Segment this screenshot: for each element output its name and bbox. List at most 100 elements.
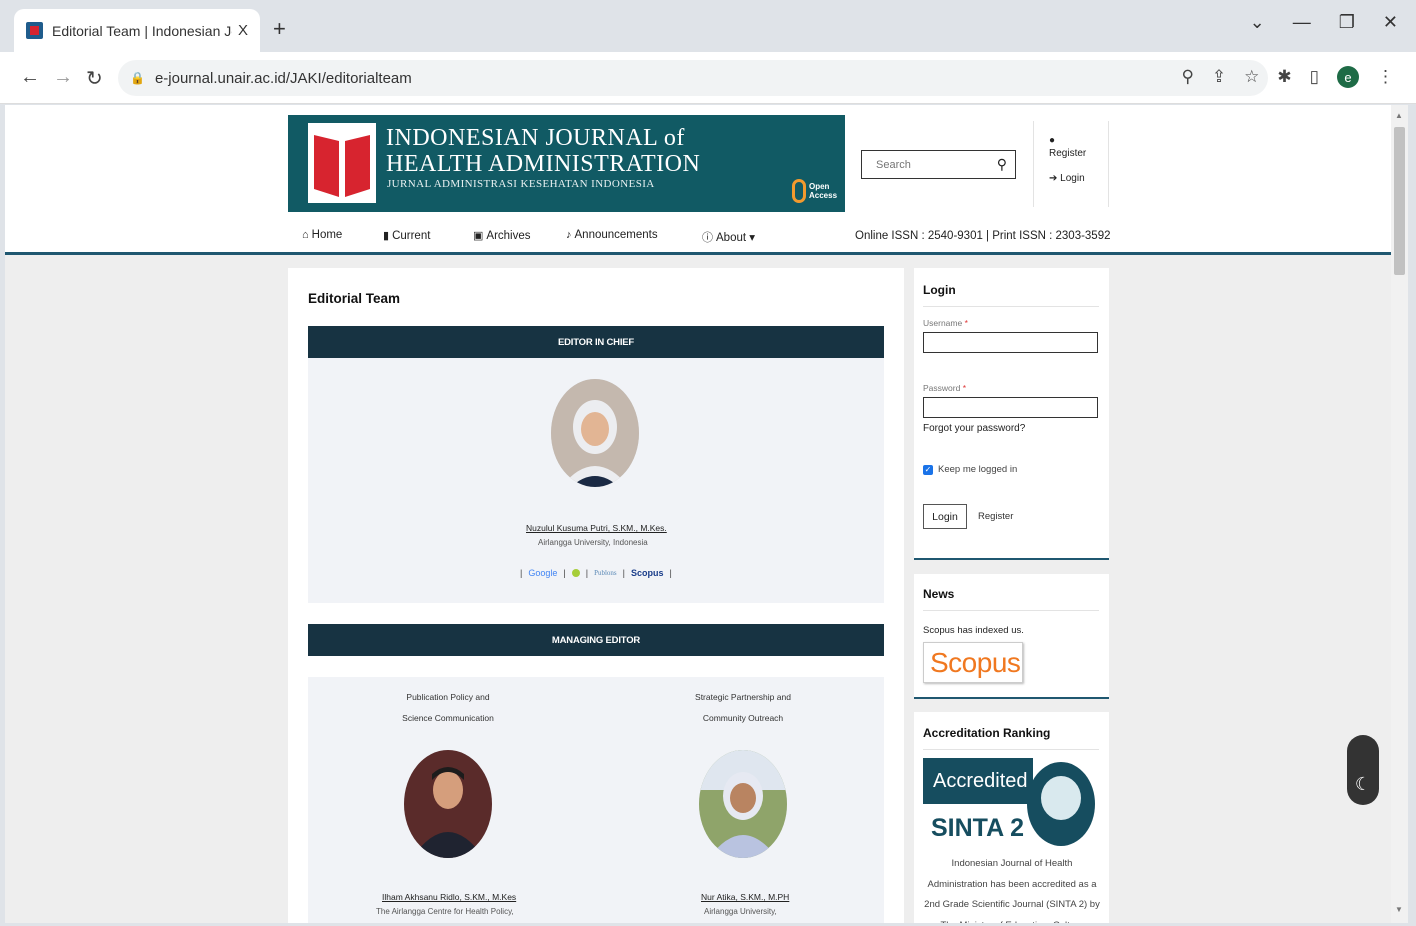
sinta-badge[interactable]: Accredited SINTA 2: [923, 758, 1095, 850]
moon-icon: ☾: [1354, 774, 1372, 794]
page-scrollbar[interactable]: ▲ ▼: [1391, 105, 1408, 923]
restore-icon[interactable]: ❐: [1339, 12, 1355, 33]
sidebar-register-link[interactable]: Register: [978, 511, 1013, 522]
user-icon: ●: [1049, 135, 1056, 146]
password-label-text: Password: [923, 383, 961, 393]
lock-icon[interactable]: 🔒: [130, 71, 145, 85]
back-icon[interactable]: ←: [20, 66, 40, 89]
extensions-icon[interactable]: ✱: [1277, 67, 1291, 87]
site-header: INDONESIAN JOURNAL of HEALTH ADMINISTRAT…: [5, 105, 1391, 255]
accreditation-text: Indonesian Journal of Health Administrat…: [924, 858, 1100, 923]
main-nav: ⌂ Home ▮ Current ▣ Archives ♪ Announcements …: [288, 224, 1111, 252]
news-block: News Scopus has indexed us. Scopus: [914, 574, 1109, 699]
nav-archives[interactable]: ▣ Archives: [473, 229, 531, 242]
share-icon[interactable]: ⇪: [1212, 67, 1226, 87]
keep-logged-in-checkbox[interactable]: ✓: [923, 464, 933, 475]
scopus-logo[interactable]: Scopus: [923, 642, 1023, 683]
google-scholar-link[interactable]: Google: [528, 568, 557, 578]
browser-tab[interactable]: Editorial Team | Indonesian Journ X: [14, 9, 260, 52]
page-title: Editorial Team: [308, 291, 401, 306]
page-viewport: INDONESIAN JOURNAL of HEALTH ADMINISTRAT…: [5, 105, 1391, 923]
managing-editor-2-affiliation: Airlangga University,: [704, 907, 777, 916]
address-bar[interactable]: 🔒 e-journal.unair.ac.id/JAKI/editorialte…: [118, 60, 1268, 96]
section-heading-editor-in-chief: EDITOR IN CHIEF: [308, 326, 884, 358]
managing-editor-1-name[interactable]: Ilham Akhsanu Ridlo, S.KM., M.Kes: [382, 892, 516, 902]
forgot-password-link[interactable]: Forgot your password?: [923, 423, 1025, 434]
side-panel-icon[interactable]: ▯: [1310, 67, 1319, 87]
search-box: ⚲: [861, 150, 1016, 179]
window-controls: ⌄ — ❐ ✕: [1250, 12, 1398, 33]
publons-link[interactable]: Publons: [594, 569, 617, 577]
divider: [923, 306, 1099, 307]
journal-title-line1: INDONESIAN JOURNAL of: [386, 125, 685, 151]
tab-title: Editorial Team | Indonesian Journ: [52, 22, 232, 39]
sinta-grade: SINTA 2: [931, 814, 1025, 842]
scopus-link[interactable]: Scopus: [631, 568, 664, 578]
managing-editor-2-photo: [699, 750, 787, 858]
editor-in-chief-affiliation: Airlangga University, Indonesia: [538, 538, 648, 547]
accredited-label: Accredited: [923, 758, 1033, 804]
close-window-icon[interactable]: ✕: [1383, 12, 1398, 33]
info-icon: ⓘ: [702, 232, 713, 244]
login-link-label: Login: [1060, 173, 1085, 184]
journal-banner[interactable]: INDONESIAN JOURNAL of HEALTH ADMINISTRAT…: [288, 115, 845, 212]
username-label-text: Username: [923, 318, 963, 328]
orcid-icon[interactable]: [571, 569, 580, 577]
register-link[interactable]: Register: [1049, 148, 1108, 159]
profile-avatar[interactable]: e: [1337, 66, 1359, 88]
scroll-up-icon[interactable]: ▲: [1395, 111, 1403, 120]
forward-icon[interactable]: →: [53, 66, 73, 89]
editor-in-chief-name[interactable]: Nuzulul Kusuma Putri, S.KM., M.Kes.: [526, 523, 667, 533]
managing-editor-1-photo: [404, 750, 492, 858]
sign-in-icon: ➔: [1049, 173, 1058, 184]
link-separator: |: [622, 568, 625, 578]
journal-subtitle: JURNAL ADMINISTRASI KESEHATAN INDONESIA: [387, 178, 655, 190]
scroll-down-icon[interactable]: ▼: [1395, 905, 1403, 914]
bell-icon: ♪: [566, 229, 572, 241]
divider: [923, 749, 1099, 750]
home-icon: ⌂: [302, 229, 309, 241]
reload-icon[interactable]: ↻: [86, 66, 103, 91]
bookmark-star-icon[interactable]: ☆: [1244, 67, 1259, 87]
nav-current[interactable]: ▮ Current: [383, 229, 430, 242]
zoom-icon[interactable]: ⚲: [1181, 67, 1193, 87]
news-title: News: [923, 587, 955, 601]
section-heading-managing-editor: MANAGING EDITOR: [308, 624, 884, 656]
login-link[interactable]: ➔ Login: [1049, 173, 1108, 184]
toolbar-icons: ⚲ ⇪ ☆ ✱ ▯ e ⋮: [1181, 66, 1394, 88]
browser-tab-bar: Editorial Team | Indonesian Journ X + ⌄ …: [0, 0, 1416, 52]
minimize-icon[interactable]: —: [1293, 12, 1311, 33]
open-access-icon: [792, 179, 806, 203]
required-mark: *: [964, 318, 968, 328]
login-button[interactable]: Login: [923, 504, 967, 529]
password-input[interactable]: [923, 397, 1098, 418]
accreditation-title: Accreditation Ranking: [923, 726, 1051, 740]
nav-home[interactable]: ⌂ Home: [302, 229, 342, 241]
link-separator: |: [669, 568, 672, 578]
editor-in-chief-box: Nuzulul Kusuma Putri, S.KM., M.Kes. Airl…: [308, 358, 884, 603]
username-input[interactable]: [923, 332, 1098, 353]
managing-editor-2-name[interactable]: Nur Atika, S.KM., M.PH: [701, 892, 789, 902]
keep-logged-in: ✓ Keep me logged in: [923, 464, 1017, 475]
nav-archives-label: Archives: [486, 230, 531, 242]
open-access-line2: Access: [809, 191, 838, 200]
role-label-2-line2: Community Outreach: [702, 713, 784, 723]
new-tab-button[interactable]: +: [273, 16, 286, 42]
nav-about-label: About: [716, 232, 747, 244]
divider: [923, 610, 1099, 611]
journal-logo-icon: [308, 123, 376, 203]
nav-announcements[interactable]: ♪ Announcements: [566, 229, 658, 241]
close-tab-icon[interactable]: X: [238, 22, 248, 39]
sinta-emblem-icon: [1027, 762, 1095, 846]
scopus-logo-text: Scopus: [930, 646, 1021, 678]
issn-info: Online ISSN : 2540-9301 | Print ISSN : 2…: [855, 230, 1111, 242]
search-icon[interactable]: ⚲: [997, 156, 1007, 173]
scrollbar-thumb[interactable]: [1394, 127, 1405, 275]
search-input[interactable]: [876, 158, 991, 171]
role-label-2-line1: Strategic Partnership and: [695, 692, 791, 702]
nav-about[interactable]: ⓘ About ▾: [702, 229, 755, 245]
user-menu: ● Register ➔ Login: [1033, 121, 1109, 207]
dark-mode-toggle[interactable]: ☾: [1347, 735, 1379, 805]
tab-search-icon[interactable]: ⌄: [1250, 12, 1265, 33]
menu-kebab-icon[interactable]: ⋮: [1377, 67, 1394, 87]
